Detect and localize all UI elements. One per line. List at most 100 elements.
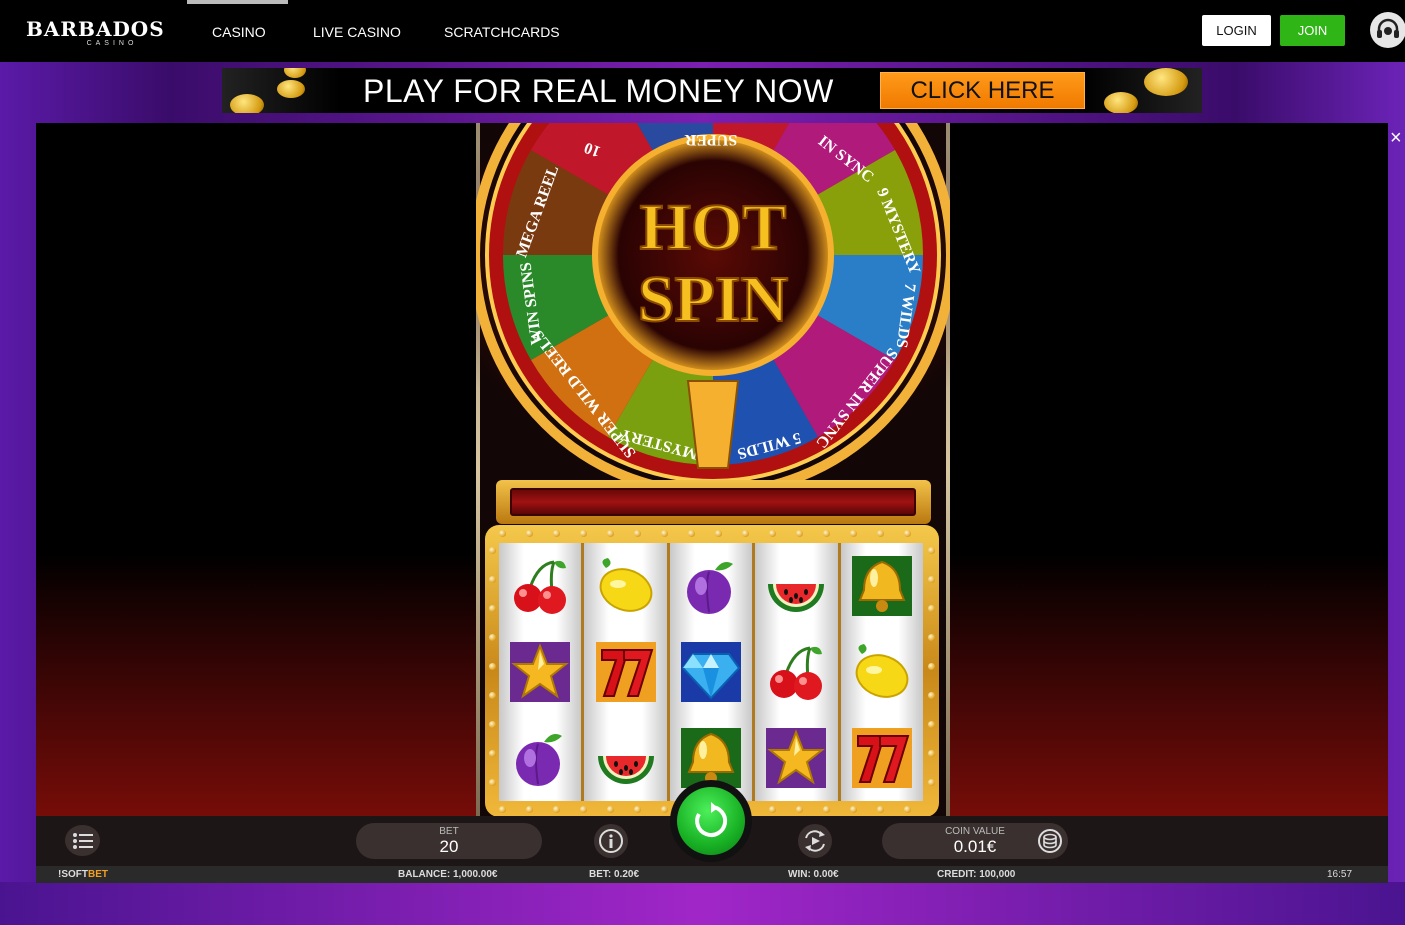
bonus-wheel: HOT SPIN 10 SUPER IN SYNC 9 MYSTERY 7 WI… xyxy=(476,123,950,483)
rivet-decoration xyxy=(489,692,496,699)
plum-icon xyxy=(670,543,752,629)
rivet-decoration xyxy=(850,806,857,813)
cherry-icon xyxy=(755,629,837,715)
reel-4 xyxy=(755,543,838,801)
promo-banner[interactable]: PLAY FOR REAL MONEY NOW CLICK HERE xyxy=(222,68,1202,113)
game-window: HOT SPIN 10 SUPER IN SYNC 9 MYSTERY 7 WI… xyxy=(36,123,1388,883)
coin-decoration xyxy=(277,80,305,98)
spin-button[interactable] xyxy=(670,780,752,862)
star-icon xyxy=(499,629,581,715)
watermelon-icon xyxy=(584,715,666,801)
site-logo[interactable]: BARBADOS CASINO xyxy=(26,18,178,48)
wheel-hot-text: HOT xyxy=(640,191,787,264)
reel-2 xyxy=(584,543,667,801)
rivet-decoration xyxy=(553,530,560,537)
rivet-decoration xyxy=(928,547,935,554)
rivet-decoration xyxy=(688,530,695,537)
rivet-decoration xyxy=(489,547,496,554)
rivet-decoration xyxy=(928,605,935,612)
game-controls: BET 20 COIN VALUE 0.01€ xyxy=(36,780,1388,866)
plum-icon xyxy=(499,715,581,801)
rivet-decoration xyxy=(877,530,884,537)
spin-button-face xyxy=(677,787,745,855)
info-button[interactable] xyxy=(594,824,628,858)
star-icon xyxy=(755,715,837,801)
rivet-decoration xyxy=(769,530,776,537)
rivet-decoration xyxy=(489,779,496,786)
rivet-decoration xyxy=(928,750,935,757)
rivet-decoration xyxy=(489,750,496,757)
nav-item-casino[interactable]: CASINO xyxy=(212,24,266,40)
nav-item-live-casino[interactable]: LIVE CASINO xyxy=(313,24,401,40)
rivet-decoration xyxy=(715,530,722,537)
reel-frame xyxy=(485,525,939,817)
rivet-decoration xyxy=(489,721,496,728)
menu-icon xyxy=(72,832,93,849)
rivet-decoration xyxy=(796,806,803,813)
lemon-icon xyxy=(584,543,666,629)
rivet-decoration xyxy=(526,530,533,537)
coins-button[interactable] xyxy=(1033,824,1067,858)
rivet-decoration xyxy=(661,806,668,813)
coin-decoration xyxy=(1144,68,1188,96)
headset-icon xyxy=(1377,18,1399,38)
bonus-meter xyxy=(496,480,931,524)
reel-3 xyxy=(669,543,753,801)
rivet-decoration xyxy=(796,530,803,537)
bet-label: BET xyxy=(439,826,459,837)
credit-readout: CREDIT: 100,000 xyxy=(937,869,1016,880)
diamond-icon xyxy=(670,629,752,715)
bet-value: 20 xyxy=(439,837,459,856)
cherry-icon xyxy=(499,543,581,629)
rivet-decoration xyxy=(489,605,496,612)
rivet-decoration xyxy=(580,530,587,537)
nav-item-scratchcards[interactable]: SCRATCHCARDS xyxy=(444,24,560,40)
rivet-decoration xyxy=(499,530,506,537)
rivet-decoration xyxy=(489,576,496,583)
rivet-decoration xyxy=(928,779,935,786)
lemon-icon xyxy=(841,629,923,715)
autoplay-icon xyxy=(805,830,825,852)
wheel-spin-text: SPIN xyxy=(638,263,788,336)
menu-button[interactable] xyxy=(65,825,100,856)
rivet-decoration xyxy=(928,692,935,699)
support-button[interactable] xyxy=(1370,12,1405,48)
game-info-bar: !SOFTBET BALANCE: 1,000.00€ BET: 0.20€ W… xyxy=(36,866,1388,883)
close-game-button[interactable]: × xyxy=(1390,127,1405,149)
rivet-decoration xyxy=(526,806,533,813)
coin-decoration xyxy=(1104,92,1138,113)
rivet-decoration xyxy=(769,806,776,813)
logo-sub-text: CASINO xyxy=(86,40,138,47)
rivet-decoration xyxy=(607,530,614,537)
bonus-meter-display xyxy=(510,488,916,516)
rivet-decoration xyxy=(850,530,857,537)
autoplay-button[interactable] xyxy=(798,824,832,858)
rivet-decoration xyxy=(553,806,560,813)
coin-decoration xyxy=(284,68,306,78)
rivet-decoration xyxy=(580,806,587,813)
rivet-decoration xyxy=(928,634,935,641)
rivet-decoration xyxy=(489,634,496,641)
login-button[interactable]: LOGIN xyxy=(1202,15,1271,46)
rivet-decoration xyxy=(823,806,830,813)
coins-icon xyxy=(1038,829,1062,853)
bet-readout: BET: 0.20€ xyxy=(589,869,640,880)
seven-icon xyxy=(584,629,666,715)
rivet-decoration xyxy=(904,530,911,537)
banner-headline: PLAY FOR REAL MONEY NOW xyxy=(363,73,834,109)
bet-selector[interactable]: BET 20 xyxy=(356,823,542,859)
click-here-button[interactable]: CLICK HERE xyxy=(880,72,1085,109)
join-button[interactable]: JOIN xyxy=(1280,15,1345,46)
rivet-decoration xyxy=(489,663,496,670)
wheel-segment-label: SUPER xyxy=(684,131,737,148)
rivet-decoration xyxy=(661,530,668,537)
reels xyxy=(499,543,924,801)
rivet-decoration xyxy=(928,576,935,583)
rivet-decoration xyxy=(877,806,884,813)
slot-machine: HOT SPIN 10 SUPER IN SYNC 9 MYSTERY 7 WI… xyxy=(476,123,950,818)
provider-suffix: BET xyxy=(88,869,108,880)
rivet-decoration xyxy=(904,806,911,813)
logo-main-text: BARBADOS xyxy=(26,17,165,41)
provider-prefix: !SOFT xyxy=(58,869,88,880)
win-readout: WIN: 0.00€ xyxy=(788,869,839,880)
